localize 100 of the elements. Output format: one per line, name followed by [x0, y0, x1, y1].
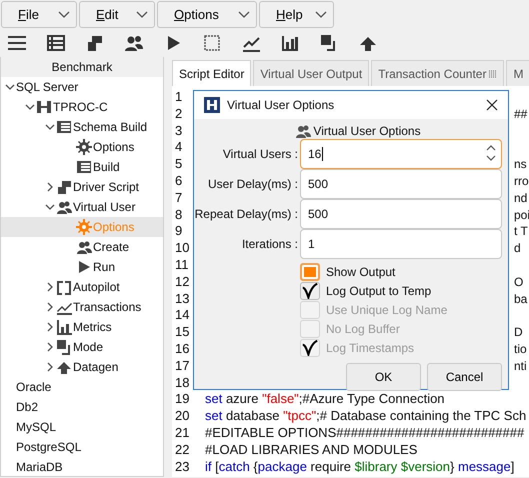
collapse-chevron-icon[interactable]: [5, 82, 15, 92]
menu-button[interactable]: Edit: [79, 1, 155, 28]
input-field[interactable]: 1: [300, 229, 502, 259]
code-line: D: [514, 324, 523, 341]
collapse-chevron-icon[interactable]: [45, 202, 55, 212]
dialog-button[interactable]: OK: [346, 363, 421, 391]
line-number: 22: [174, 442, 190, 459]
tree-item[interactable]: Options: [1, 137, 163, 157]
tab[interactable]: Virtual User Output: [253, 60, 370, 86]
tree-item[interactable]: Transactions: [1, 297, 163, 317]
line-number: 16: [174, 340, 190, 358]
tree-item[interactable]: MySQL: [1, 417, 163, 437]
tree-item[interactable]: Db2: [1, 397, 163, 417]
code-line: #LOAD LIBRARIES AND MODULES: [205, 442, 418, 459]
lines-icon[interactable]: [7, 33, 27, 53]
table-icon: [76, 159, 92, 175]
expand-chevron-icon[interactable]: [45, 322, 55, 332]
checkbox-label: Use Unique Log Name: [326, 302, 448, 316]
tree-item[interactable]: Metrics: [1, 317, 163, 337]
menu-button[interactable]: Options: [157, 1, 257, 28]
input-field[interactable]: 16: [300, 139, 502, 169]
input-field[interactable]: 500: [300, 199, 502, 229]
code-line: set azure "false";#Azure Type Connection: [205, 391, 445, 408]
checkbox-label: Log Output to Temp: [326, 284, 432, 298]
line-number: 13: [174, 290, 190, 308]
code-line: ##: [514, 106, 528, 123]
dialog-button[interactable]: Cancel: [427, 363, 502, 391]
gear-icon: [76, 139, 92, 155]
line-number: 23: [174, 458, 190, 476]
dialog-title: Virtual User Options: [227, 98, 336, 112]
collapse-chevron-icon[interactable]: [45, 122, 55, 132]
field-label: User Delay(ms) :: [206, 177, 299, 191]
code-line: d: [514, 240, 521, 257]
tree-item[interactable]: MariaDB: [1, 457, 163, 477]
line-number: 19: [174, 391, 190, 408]
line-number: 7: [174, 190, 184, 207]
tree-item[interactable]: PostgreSQL: [1, 437, 163, 457]
tab[interactable]: Transaction Counter: [371, 60, 504, 86]
line-number: 3: [174, 122, 184, 140]
expand-chevron-icon[interactable]: [45, 182, 55, 192]
line-number: 4: [174, 139, 184, 156]
line-number: 17: [174, 358, 190, 375]
menu-button[interactable]: File: [1, 1, 77, 28]
caret-icon: [58, 10, 70, 18]
code-line: #EDITABLE OPTIONS##########################: [205, 424, 524, 442]
code-line: O: [514, 274, 524, 291]
code-line: t T: [514, 223, 528, 240]
panel-title: Benchmark: [1, 57, 163, 77]
expand-chevron-icon[interactable]: [45, 362, 55, 372]
field-label: Repeat Delay(ms) :: [194, 207, 299, 221]
expand-chevron-icon[interactable]: [45, 342, 55, 352]
code-line: rro: [514, 172, 529, 190]
users-icon: [56, 199, 72, 215]
spinner-icon[interactable]: [486, 144, 496, 162]
caret-icon: [136, 10, 148, 18]
tree-item[interactable]: Datagen: [1, 357, 163, 377]
dialog-heading: Virtual User Options: [313, 124, 421, 138]
line-number: 12: [174, 274, 190, 291]
code-line: nd: [514, 190, 528, 207]
tree-item[interactable]: Schema Build: [1, 117, 163, 137]
line-number: 14: [174, 307, 190, 324]
line-number: 9: [174, 223, 184, 240]
tree-item[interactable]: SQL Server: [1, 77, 163, 97]
tree-item[interactable]: Mode: [1, 337, 163, 357]
input-field[interactable]: 500: [300, 169, 502, 199]
line-number: 20: [174, 408, 190, 425]
users-icon[interactable]: [124, 33, 144, 53]
caret-icon: [315, 10, 327, 18]
line-number: 11: [174, 256, 190, 274]
checkbox[interactable]: [300, 262, 320, 280]
checkbox[interactable]: [300, 282, 320, 300]
tree-item[interactable]: TPROC-C: [1, 97, 163, 117]
tree-item[interactable]: Virtual User: [1, 197, 163, 217]
expand-chevron-icon[interactable]: [45, 282, 55, 292]
tab[interactable]: M: [506, 60, 529, 86]
tree-item[interactable]: Oracle: [1, 377, 163, 397]
line-number: 1: [174, 89, 184, 106]
field-label: Iterations :: [240, 237, 299, 251]
tree-item[interactable]: Create: [1, 237, 163, 257]
checkbox-label: Show Output: [326, 264, 396, 278]
line-number: 2: [174, 106, 184, 123]
tree-item[interactable]: Driver Script: [1, 177, 163, 197]
close-icon[interactable]: [486, 99, 498, 111]
users-icon: [76, 239, 92, 255]
line-number: 5: [174, 156, 184, 173]
expand-chevron-icon[interactable]: [45, 302, 55, 312]
table-icon[interactable]: [46, 33, 66, 53]
tree-item[interactable]: Run: [1, 257, 163, 277]
code-line: tio: [514, 340, 527, 358]
users-icon: [295, 123, 312, 139]
collapse-chevron-icon[interactable]: [25, 102, 35, 112]
code-line: if [catch {package require $library $version} message]: [205, 458, 514, 476]
tree-item[interactable]: Build: [1, 157, 163, 177]
line-number: 10: [174, 240, 190, 257]
tree-item[interactable]: Autopilot: [1, 277, 163, 297]
tab[interactable]: Script Editor: [172, 60, 252, 86]
code-line: ns: [514, 156, 527, 173]
table-icon: [56, 119, 72, 135]
menu-button[interactable]: Help: [259, 1, 334, 28]
code-line: nti: [514, 358, 527, 375]
